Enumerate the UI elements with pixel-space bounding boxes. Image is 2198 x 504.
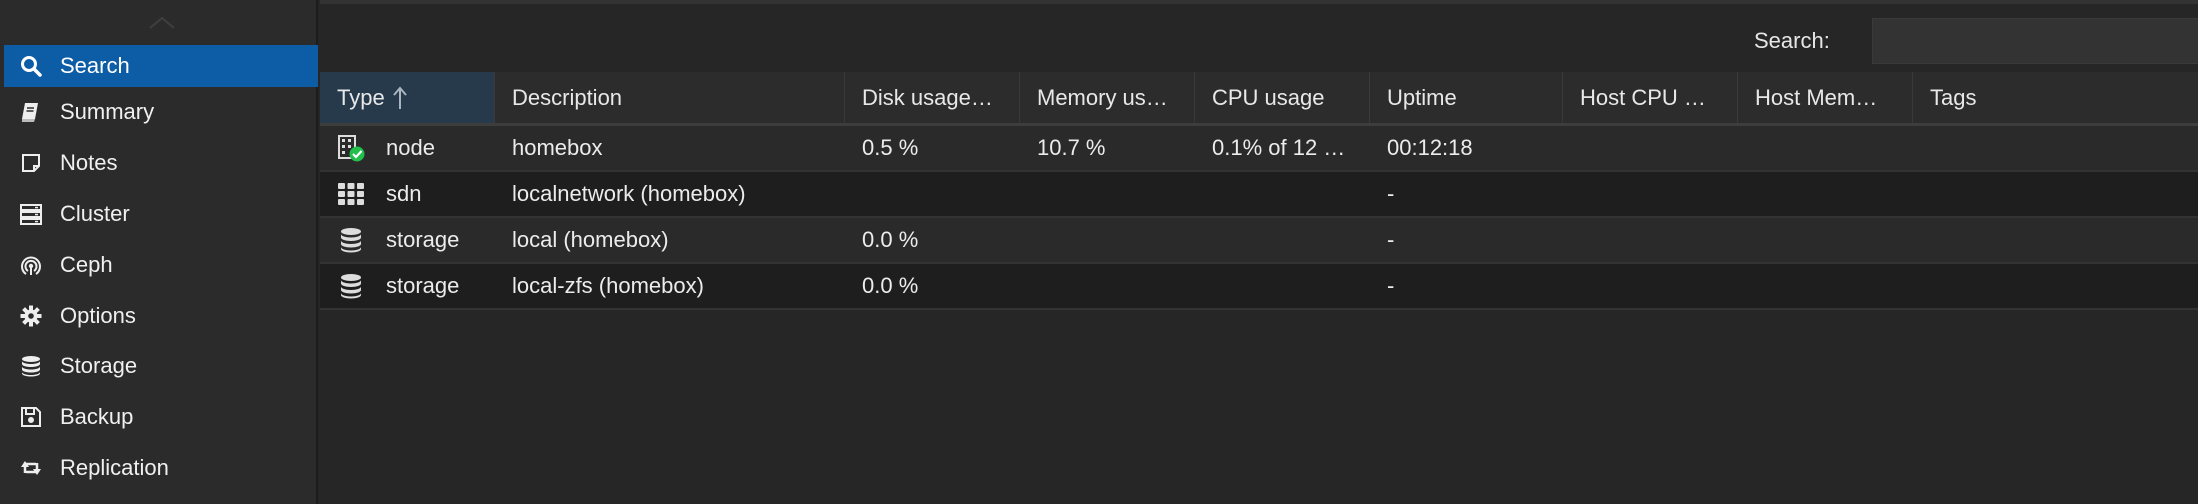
table-row[interactable]: node homebox 0.5 % 10.7 % 0.1% of 12 … 0… [320,126,2198,172]
cell-disk-usage: 0.0 % [862,273,919,298]
cell-cpu-usage: 0.1% of 12 … [1212,135,1346,160]
sidebar-nav: Search Summary Notes Cluster Ceph Option… [4,45,318,493]
floppy-icon [18,404,44,430]
sidebar-item-label: Cluster [60,200,130,226]
cell-cpu-usage [1195,264,1370,308]
cell-disk-usage [845,172,1020,216]
cell-host-memory [1738,264,1913,308]
cell-disk-usage: 0.5 % [862,135,919,160]
cell-cpu-usage [1195,218,1370,262]
sidebar: Search Summary Notes Cluster Ceph Option… [0,0,318,504]
cell-memory-usage [1020,172,1195,216]
column-header-label: Type [337,84,385,110]
type-label: sdn [386,181,422,206]
sidebar-item-search[interactable]: Search [4,45,318,87]
chevron-up-icon[interactable] [148,16,176,30]
sidebar-item-label: Storage [60,353,138,379]
cell-description: localnetwork (homebox) [512,181,746,206]
database-icon [18,353,44,379]
cell-type: storage [320,264,495,308]
cell-host-cpu [1563,172,1738,216]
cell-tags [1913,264,2198,308]
sidebar-item-label: Backup [60,404,134,430]
sidebar-item-cluster[interactable]: Cluster [4,189,318,240]
sidebar-item-backup[interactable]: Backup [4,392,318,443]
cell-memory-usage [1020,218,1195,262]
cell-description: local-zfs (homebox) [512,273,704,298]
search-input[interactable] [1872,18,2198,64]
sticky-note-icon [18,150,44,176]
cell-uptime: - [1387,181,1395,206]
cell-memory-usage: 10.7 % [1037,135,1106,160]
column-header-tags[interactable]: Tags [1913,72,2198,123]
cell-host-memory [1738,172,1913,216]
search-icon [18,53,44,79]
cell-tags [1913,172,2198,216]
retweet-icon [18,455,44,481]
cell-disk-usage: 0.0 % [862,227,919,252]
sort-ascending-icon [392,85,407,109]
column-header-cpu-usage[interactable]: CPU usage [1195,72,1370,123]
column-header-description[interactable]: Description [495,72,845,123]
cell-host-cpu [1563,126,1738,170]
sidebar-item-label: Options [60,302,136,328]
cell-uptime: - [1387,273,1395,298]
cell-uptime: - [1387,227,1395,252]
gear-icon [18,303,44,329]
cell-host-memory [1738,218,1913,262]
book-icon [18,99,44,125]
sidebar-item-label: Replication [60,454,169,480]
sidebar-item-options[interactable]: Options [4,290,318,341]
cell-uptime: 00:12:18 [1387,135,1473,160]
table-row[interactable]: storage local (homebox) 0.0 % - [320,218,2198,264]
column-header-host-cpu[interactable]: Host CPU … [1563,72,1738,123]
server-icon [18,201,44,227]
database-icon [336,225,366,255]
table-row[interactable]: sdn localnetwork (homebox) - [320,172,2198,218]
grid-body: node homebox 0.5 % 10.7 % 0.1% of 12 … 0… [320,126,2198,310]
type-label: storage [386,273,460,298]
column-header-disk-usage[interactable]: Disk usage… [845,72,1020,123]
cell-tags [1913,218,2198,262]
main-panel: Search: Type Description Disk usage… Mem… [320,0,2198,504]
cell-cpu-usage [1195,172,1370,216]
cell-type: sdn [320,172,495,216]
database-icon [336,271,366,301]
column-header-type[interactable]: Type [320,72,495,123]
column-header-memory-usage[interactable]: Memory us… [1020,72,1195,123]
cell-type: storage [320,218,495,262]
sdn-grid-icon [336,179,366,209]
column-header-uptime[interactable]: Uptime [1370,72,1563,123]
search-toolbar: Search: [320,4,2198,72]
sidebar-item-label: Search [60,53,130,78]
sidebar-item-summary[interactable]: Summary [4,87,318,138]
sidebar-item-label: Notes [60,150,118,176]
cell-description: local (homebox) [512,227,669,252]
cell-type: node [320,126,495,170]
search-label: Search: [1754,28,1830,53]
cell-description: homebox [512,135,603,160]
node-online-icon [336,133,366,163]
cell-memory-usage [1020,264,1195,308]
sidebar-item-label: Ceph [60,251,113,277]
table-row[interactable]: storage local-zfs (homebox) 0.0 % - [320,264,2198,310]
sidebar-item-storage[interactable]: Storage [4,341,318,392]
sidebar-item-replication[interactable]: Replication [4,443,318,494]
cell-host-cpu [1563,218,1738,262]
sidebar-item-label: Summary [60,99,155,125]
sidebar-item-notes[interactable]: Notes [4,138,318,189]
sidebar-item-ceph[interactable]: Ceph [4,239,318,290]
type-label: storage [386,227,460,252]
cell-tags [1913,126,2198,170]
grid-header: Type Description Disk usage… Memory us… … [320,72,2198,126]
ceph-icon [18,252,44,278]
cell-host-memory [1738,126,1913,170]
cell-host-cpu [1563,264,1738,308]
type-label: node [386,135,435,160]
column-header-host-memory[interactable]: Host Mem… [1738,72,1913,123]
app-window: Search Summary Notes Cluster Ceph Option… [0,0,2198,504]
